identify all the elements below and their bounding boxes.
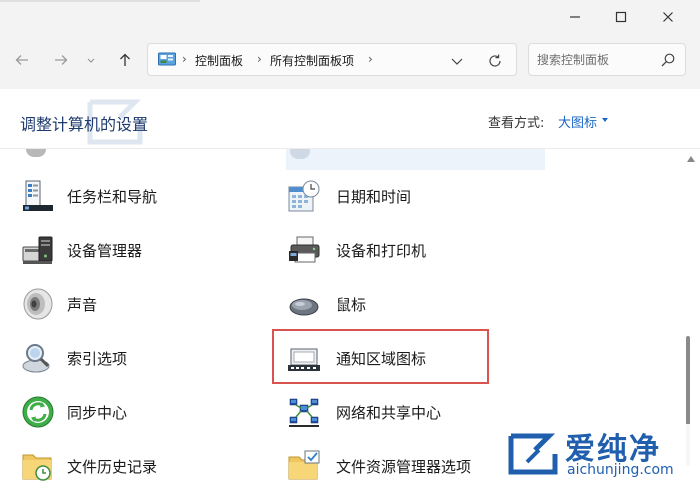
device-manager-icon: [21, 233, 55, 267]
taskbar-icon: [21, 179, 55, 213]
close-icon: [663, 11, 673, 22]
arrow-up-icon: [120, 53, 130, 66]
forward-button[interactable]: [48, 47, 74, 73]
file-history-icon: [21, 449, 55, 483]
network-icon: [287, 395, 321, 429]
item-label: 任务栏和导航: [67, 187, 158, 206]
item-label: 索引选项: [67, 349, 128, 368]
page-title: 调整计算机的设置: [20, 115, 149, 134]
item-label: 声音: [67, 295, 98, 314]
tab-strip-edge: [0, 0, 200, 2]
item-device-manager[interactable]: 设备管理器: [21, 229, 241, 271]
address-history-chevron-icon[interactable]: [449, 53, 465, 69]
printer-icon: [287, 233, 321, 267]
caret-down-icon[interactable]: [602, 118, 608, 122]
maximize-icon: [615, 11, 627, 22]
view-by-dropdown[interactable]: 大图标: [558, 112, 597, 131]
refresh-button[interactable]: [485, 51, 505, 71]
chevron-down-icon: [87, 58, 95, 63]
item-file-history[interactable]: 文件历史记录: [21, 445, 241, 483]
refresh-icon: [489, 54, 501, 67]
item-label: 文件历史记录: [67, 457, 158, 476]
item-label: 设备和打印机: [336, 241, 427, 260]
title-bar: [0, 0, 700, 33]
item-label: 文件资源管理器选项: [336, 457, 472, 476]
partial-item-hovered[interactable]: [286, 149, 545, 170]
item-sound[interactable]: 声音: [21, 283, 241, 325]
item-label: 鼠标: [336, 295, 367, 314]
item-date-time[interactable]: 日期和时间: [287, 175, 537, 217]
search-box[interactable]: [528, 43, 686, 76]
indexing-icon: [21, 341, 55, 375]
speaker-icon: [21, 287, 55, 321]
maximize-button[interactable]: [598, 0, 644, 33]
item-indexing-options[interactable]: 索引选项: [21, 337, 241, 379]
search-icon[interactable]: [660, 52, 676, 68]
recent-locations-button[interactable]: [81, 47, 101, 73]
highlight-annotation: [272, 329, 489, 384]
control-panel-icon: [158, 52, 176, 66]
navigation-bar: › 控制面板 › 所有控制面板项 ›: [0, 33, 700, 89]
partial-item-icon: [290, 149, 310, 159]
close-button[interactable]: [645, 0, 691, 33]
item-label: 网络和共享中心: [336, 403, 442, 422]
item-devices-printers[interactable]: 设备和打印机: [287, 229, 537, 271]
back-button[interactable]: [9, 47, 35, 73]
calendar-clock-icon: [287, 179, 321, 213]
item-sync-center[interactable]: 同步中心: [21, 391, 241, 433]
arrow-right-icon: [55, 55, 68, 65]
breadcrumb-separator: ›: [182, 52, 187, 66]
mouse-icon: [287, 287, 321, 321]
minimize-icon: [570, 15, 580, 18]
view-by-label: 查看方式:: [488, 116, 545, 131]
watermark-corner: 爱纯净 aichunjing.com: [497, 424, 700, 483]
scroll-up-arrow-icon[interactable]: [687, 156, 695, 162]
minimize-button[interactable]: [552, 0, 598, 33]
watermark-site: aichunjing.com: [567, 462, 674, 478]
breadcrumb-separator: ›: [368, 52, 373, 66]
up-button[interactable]: [112, 47, 138, 73]
sync-center-icon: [21, 395, 55, 429]
breadcrumb-all-items[interactable]: 所有控制面板项: [270, 52, 354, 69]
search-input[interactable]: [537, 51, 652, 69]
breadcrumb-separator: ›: [257, 52, 262, 66]
watermark-logo-icon: [508, 433, 558, 475]
folder-options-icon: [287, 449, 321, 483]
address-bar[interactable]: › 控制面板 › 所有控制面板项 ›: [147, 43, 517, 76]
breadcrumb-control-panel[interactable]: 控制面板: [195, 52, 243, 69]
arrow-left-icon: [15, 55, 28, 65]
item-label: 设备管理器: [67, 241, 143, 260]
item-label: 日期和时间: [336, 187, 412, 206]
item-label: 同步中心: [67, 403, 128, 422]
item-taskbar-navigation[interactable]: 任务栏和导航: [21, 175, 241, 217]
item-mouse[interactable]: 鼠标: [287, 283, 537, 325]
